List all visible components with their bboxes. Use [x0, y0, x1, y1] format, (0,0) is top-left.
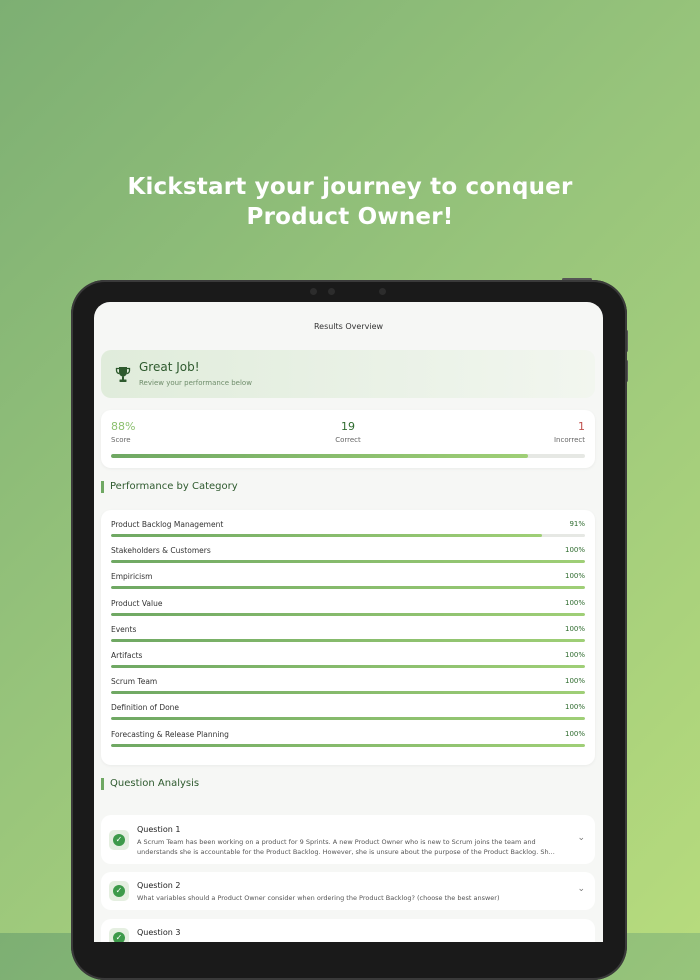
category-name: Product Backlog Management [111, 520, 224, 529]
correct-value: 19 [341, 420, 355, 433]
category-progress-bar [111, 743, 585, 747]
category-progress-fill [111, 665, 585, 668]
question-analysis-title: Question Analysis [101, 778, 199, 790]
category-name: Events [111, 624, 137, 634]
chevron-down-icon[interactable]: ⌄ [577, 833, 585, 843]
category-row: Artifacts 100% [111, 651, 585, 677]
app-screen: Results Overview Great Job! Review your … [94, 302, 603, 942]
category-progress-bar [111, 691, 585, 695]
category-row: Scrum Team 100% [111, 677, 585, 703]
trophy-icon [115, 367, 131, 382]
category-name: Scrum Team [111, 677, 158, 687]
category-progress-bar [111, 586, 585, 590]
category-percent: 100% [564, 572, 585, 581]
category-progress-fill [111, 717, 585, 721]
question-text: A Scrum Team has been working on a produ… [137, 838, 555, 856]
question-title: Question 1 [137, 825, 181, 834]
category-row: Stakeholders & Customers 100% [111, 546, 585, 572]
category-progress-fill [111, 691, 585, 695]
category-name: Forecasting & Release Planning [111, 729, 229, 739]
category-name: Artifacts [111, 651, 143, 660]
category-progress-fill [111, 743, 585, 747]
category-row: Empiricism 100% [111, 572, 585, 598]
correct-label: Correct [335, 436, 361, 444]
score-card: 88% Score 19 Correct 1 Incorrect [101, 410, 595, 468]
correct-stat: 19 Correct [101, 420, 595, 444]
screen-title: Results Overview [313, 322, 384, 331]
category-progress-bar [111, 534, 585, 537]
category-row: Definition of Done 100% [111, 703, 585, 729]
category-progress-bar [111, 665, 585, 668]
category-percent: 100% [564, 677, 585, 686]
category-progress-bar [111, 638, 585, 642]
chevron-down-icon[interactable]: ⌄ [577, 884, 585, 894]
category-row: Product Value 100% [111, 599, 585, 625]
camera-sensor [379, 288, 386, 295]
category-percent: 100% [564, 546, 585, 555]
score-progress-fill [111, 454, 529, 458]
category-row: Forecasting & Release Planning 100% [111, 730, 585, 756]
headline-line-2: Product Owner! [246, 204, 454, 230]
headline-line-1: Kickstart your journey to conquer [127, 174, 573, 200]
performance-section-title: Performance by Category [101, 481, 238, 493]
camera-lens [328, 288, 335, 295]
category-progress-fill [111, 612, 585, 616]
category-percent: 100% [564, 598, 585, 607]
correct-check-icon: ✓ [109, 928, 129, 942]
result-banner: Great Job! Review your performance below [101, 350, 595, 398]
category-card: Product Backlog Management 91% Stakeholder… [101, 510, 595, 765]
question-card-2[interactable]: ✓ Question 2 What variables should a Pro… [101, 872, 595, 910]
category-progress-fill [111, 586, 585, 590]
incorrect-stat: 1 Incorrect [554, 420, 585, 444]
category-percent: 100% [564, 651, 585, 659]
category-progress-bar [111, 560, 585, 564]
question-text: What variables should a Product Owner co… [137, 894, 500, 902]
category-progress-fill [111, 560, 585, 564]
category-name: Product Value [111, 598, 163, 608]
headline: Kickstart your journey to conquer Produc… [0, 172, 700, 232]
category-row: Events 100% [111, 625, 585, 651]
incorrect-value: 1 [578, 420, 585, 433]
category-progress-fill [111, 534, 543, 537]
incorrect-label: Incorrect [553, 436, 585, 444]
category-percent: 100% [564, 703, 585, 712]
category-name: Definition of Done [111, 703, 180, 713]
score-progress-bar [111, 454, 585, 458]
category-progress-bar [111, 717, 585, 721]
correct-check-icon: ✓ [109, 830, 129, 850]
category-progress-fill [111, 638, 585, 642]
question-card-3[interactable]: ✓ Question 3 [101, 919, 595, 942]
category-percent: 100% [564, 624, 585, 633]
question-card-1[interactable]: ✓ Question 1 A Scrum Team has been worki… [101, 815, 595, 864]
category-percent: 100% [564, 729, 585, 738]
category-name: Stakeholders & Customers [111, 546, 211, 556]
camera-dot [310, 288, 317, 295]
banner-title: Great Job! [139, 360, 200, 374]
question-title: Question 2 [137, 881, 181, 890]
category-row: Product Backlog Management 91% [111, 520, 585, 546]
category-name: Empiricism [111, 572, 153, 582]
banner-subtitle: Review your performance below [139, 379, 252, 387]
category-progress-bar [111, 612, 585, 616]
correct-check-icon: ✓ [109, 881, 129, 901]
category-percent: 91% [569, 520, 585, 528]
